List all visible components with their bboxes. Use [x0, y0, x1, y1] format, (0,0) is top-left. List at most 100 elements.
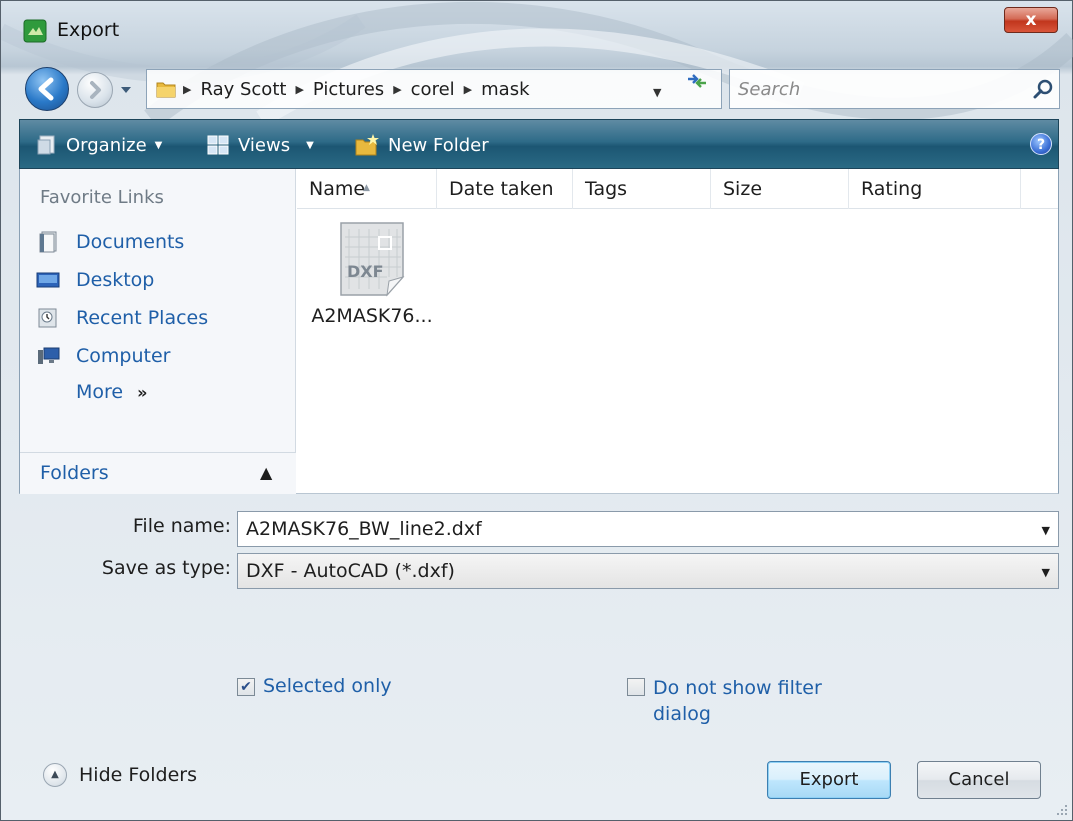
file-list: ▲ Name Date taken Tags Size Rating DXF A…	[297, 169, 1058, 494]
selected-only-checkbox[interactable]: ✔	[237, 678, 255, 696]
navigation-bar: ▶ Ray Scott ▶ Pictures ▶ corel ▶ mask ▼	[1, 63, 1073, 111]
views-icon	[207, 135, 229, 155]
sidebar-item-label: Desktop	[76, 269, 155, 291]
column-header-name[interactable]: ▲ Name	[297, 169, 437, 209]
breadcrumb: ▶ Ray Scott ▶ Pictures ▶ corel ▶ mask	[183, 70, 530, 108]
dxf-badge-label: DXF	[347, 262, 384, 281]
column-header-tags[interactable]: Tags	[573, 169, 711, 209]
back-button[interactable]	[25, 67, 69, 111]
sidebar-item-label: Recent Places	[76, 307, 209, 329]
column-header-rating[interactable]: Rating	[849, 169, 1021, 209]
breadcrumb-separator-icon[interactable]: ▶	[464, 83, 472, 96]
new-folder-label: New Folder	[388, 134, 489, 156]
column-header-size[interactable]: Size	[711, 169, 849, 209]
save-options-panel: File name: A2MASK76_BW_line2.dxf ▼ Save …	[19, 495, 1059, 805]
new-folder-icon	[355, 134, 379, 156]
file-name-combo[interactable]: A2MASK76_BW_line2.dxf ▼	[237, 511, 1059, 547]
new-folder-button[interactable]: New Folder	[354, 130, 489, 160]
column-header-label: Rating	[861, 178, 923, 200]
breadcrumb-separator-icon[interactable]: ▶	[295, 83, 303, 96]
organize-label: Organize	[66, 134, 147, 156]
forward-arrow-icon	[90, 81, 101, 99]
column-header-date-taken[interactable]: Date taken	[437, 169, 573, 209]
search-box[interactable]	[729, 69, 1060, 109]
chevron-down-icon: ▼	[306, 139, 314, 151]
address-dropdown-icon[interactable]: ▼	[653, 86, 661, 99]
dxf-file-icon: DXF	[340, 222, 405, 297]
cancel-button[interactable]: Cancel	[917, 761, 1041, 799]
title-bar[interactable]: Export x	[1, 1, 1073, 57]
organize-icon	[37, 135, 55, 155]
column-header-label: Size	[723, 178, 763, 200]
documents-icon	[39, 231, 57, 253]
no-filter-dialog-checkbox[interactable]	[627, 678, 645, 696]
chevron-down-icon[interactable]: ▼	[1042, 524, 1050, 537]
column-header-label: Date taken	[449, 178, 554, 200]
browser-area: Favorite Links Documents Desktop Recent …	[19, 169, 1059, 494]
no-filter-dialog-label-line: Do not show filter	[653, 677, 822, 699]
sidebar-item-label: Documents	[76, 231, 185, 253]
organize-button[interactable]: Organize ▼	[36, 130, 162, 160]
sidebar-item-documents[interactable]: Documents	[36, 227, 184, 257]
computer-icon	[38, 347, 60, 364]
export-dialog: Export x ▶ Ray Scott ▶ Pictures ▶ corel …	[0, 0, 1073, 821]
cancel-button-label: Cancel	[948, 769, 1010, 790]
views-button[interactable]: Views ▼	[206, 130, 314, 160]
sidebar-item-desktop[interactable]: Desktop	[36, 265, 154, 295]
recent-places-icon	[38, 308, 57, 328]
breadcrumb-item[interactable]: mask	[481, 79, 529, 100]
chevron-down-icon: ▼	[154, 139, 163, 151]
column-header-row: ▲ Name Date taken Tags Size Rating	[297, 169, 1058, 209]
breadcrumb-separator-icon[interactable]: ▶	[393, 83, 401, 96]
hide-folders-button[interactable]: ▲ Hide Folders	[43, 763, 197, 787]
refresh-button[interactable]	[677, 71, 717, 101]
export-button-label: Export	[799, 769, 859, 790]
selected-only-option[interactable]: ✔ Selected only	[237, 675, 392, 697]
search-icon[interactable]	[1032, 77, 1056, 101]
folders-toggle[interactable]: Folders ▲	[20, 452, 296, 494]
breadcrumb-item[interactable]: Ray Scott	[200, 79, 286, 100]
export-button[interactable]: Export	[767, 761, 891, 799]
file-name-label-text: File name:	[132, 515, 231, 537]
help-icon[interactable]: ?	[1030, 133, 1052, 155]
breadcrumb-item[interactable]: corel	[411, 79, 455, 100]
column-header-label: Tags	[585, 178, 628, 200]
file-name-label: A2MASK76...	[311, 305, 433, 327]
back-arrow-icon	[38, 77, 54, 101]
collapse-up-icon: ▲	[43, 763, 67, 787]
sidebar-item-recent-places[interactable]: Recent Places	[36, 303, 208, 333]
more-label: More	[76, 381, 124, 403]
column-header-label: Name	[309, 178, 366, 200]
no-filter-dialog-label[interactable]: Do not show filter dialog	[653, 675, 822, 727]
folders-label: Folders	[40, 462, 109, 484]
recent-pages-dropdown-icon[interactable]	[119, 83, 133, 97]
breadcrumb-item[interactable]: Pictures	[313, 79, 384, 100]
save-as-type-label: Save as type:	[79, 557, 231, 579]
chevron-up-icon: ▲	[260, 463, 273, 482]
forward-button[interactable]	[77, 72, 113, 108]
save-as-type-value: DXF - AutoCAD (*.dxf)	[246, 560, 455, 582]
chevron-down-icon: ▼	[1041, 566, 1050, 579]
sidebar-item-computer[interactable]: Computer	[36, 341, 170, 371]
desktop-icon	[36, 272, 60, 288]
more-links-button[interactable]: More »	[76, 381, 148, 403]
resize-grip-icon[interactable]	[1054, 802, 1068, 816]
save-as-type-select[interactable]: DXF - AutoCAD (*.dxf) ▼	[237, 553, 1059, 589]
file-item[interactable]: DXF A2MASK76...	[307, 219, 437, 349]
save-as-type-label-text: Save as type:	[101, 557, 231, 579]
sort-ascending-icon: ▲	[363, 183, 370, 193]
breadcrumb-separator-icon: ▶	[183, 82, 192, 96]
refresh-icon	[688, 74, 706, 88]
address-bar[interactable]: ▶ Ray Scott ▶ Pictures ▶ corel ▶ mask ▼	[146, 69, 722, 109]
file-name-value[interactable]: A2MASK76_BW_line2.dxf	[246, 512, 482, 546]
navigation-pane: Favorite Links Documents Desktop Recent …	[20, 169, 296, 494]
search-input[interactable]	[738, 75, 1018, 103]
sidebar-item-label: Computer	[76, 345, 171, 367]
selected-only-label[interactable]: Selected only	[263, 675, 392, 697]
command-toolbar: Organize ▼ Views ▼ New Folder ?	[19, 119, 1059, 169]
help-glyph: ?	[1036, 137, 1046, 153]
file-name-label: File name:	[79, 515, 231, 537]
close-button[interactable]: x	[1004, 7, 1058, 33]
views-label: Views	[238, 134, 291, 156]
no-filter-dialog-option[interactable]: Do not show filter dialog	[627, 675, 822, 727]
